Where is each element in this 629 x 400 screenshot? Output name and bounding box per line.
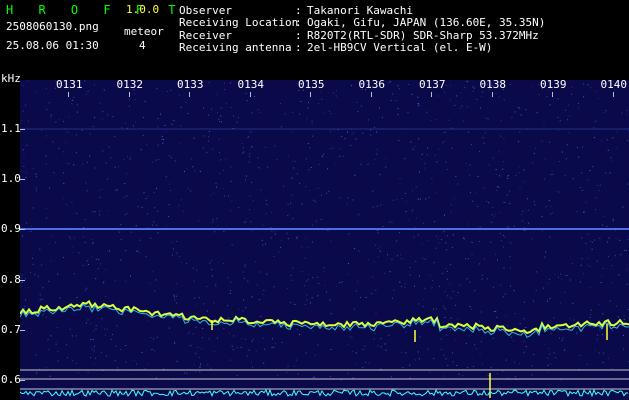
time-tick-mark	[612, 92, 614, 97]
info-separator: :	[295, 40, 302, 54]
info-row-antenna: Receiving antenna : 2el-HB9CV Vertical (…	[179, 40, 545, 54]
info-row-location: Receiving Location : Ogaki, Gifu, JAPAN …	[179, 16, 546, 30]
spectrogram	[20, 80, 629, 400]
time-tick-label: 0140	[600, 78, 628, 91]
freq-tick-mark	[20, 179, 25, 181]
time-tick-mark	[249, 92, 251, 97]
time-tick-mark	[431, 92, 432, 97]
freq-tick-label: 1.1	[1, 122, 21, 135]
meteor-count: 4	[139, 39, 146, 52]
info-value: 2el-HB9CV Vertical (el. E-W)	[307, 40, 493, 54]
time-tick-label: 0137	[419, 78, 446, 91]
info-separator: :	[295, 16, 302, 30]
info-label: Receiving Location	[179, 16, 299, 30]
time-tick-label: 0136	[358, 78, 386, 91]
freq-tick-label: 0.9	[1, 222, 21, 236]
image-filename: 2508060130.png	[6, 20, 99, 33]
time-tick-mark	[310, 92, 311, 97]
time-tick-label: 0132	[116, 78, 144, 91]
info-label: Receiving antenna	[179, 40, 292, 54]
freq-tick-mark	[20, 329, 25, 331]
time-tick-label: 0139	[540, 78, 567, 91]
freq-tick-label: 0.8	[1, 272, 21, 286]
time-tick-mark	[552, 92, 553, 97]
time-tick-mark	[370, 92, 372, 97]
freq-tick-mark	[20, 129, 25, 130]
app-version: 1.0.0	[126, 3, 160, 16]
time-tick-mark	[189, 92, 190, 97]
time-tick-label: 0138	[479, 78, 507, 91]
spectrogram-background	[20, 80, 629, 400]
time-tick-label: 0131	[56, 78, 83, 91]
time-tick-mark	[491, 92, 493, 97]
time-tick-mark	[128, 92, 130, 97]
spectrogram-plot	[20, 80, 629, 400]
observation-datetime: 25.08.06 01:30	[6, 39, 99, 52]
time-tick-label: 0134	[237, 78, 265, 91]
time-tick-label: 0133	[177, 78, 204, 91]
freq-tick-label: 0.7	[1, 322, 21, 336]
station-info: Observer : Takanori Kawachi Receiving Lo…	[179, 4, 546, 54]
info-value: Ogaki, Gifu, JAPAN (136.60E, 35.35N)	[307, 16, 546, 30]
time-tick-mark	[68, 92, 69, 97]
freq-tick-label: 0.6	[1, 373, 21, 386]
time-tick-label: 0135	[298, 78, 325, 91]
freq-tick-mark	[20, 279, 25, 281]
freq-tick-label: 1.0	[1, 172, 21, 186]
frequency-unit-label: kHz	[1, 72, 21, 85]
meteor-label: meteor	[124, 25, 164, 38]
freq-tick-mark	[20, 229, 25, 231]
freq-tick-mark	[20, 380, 25, 381]
